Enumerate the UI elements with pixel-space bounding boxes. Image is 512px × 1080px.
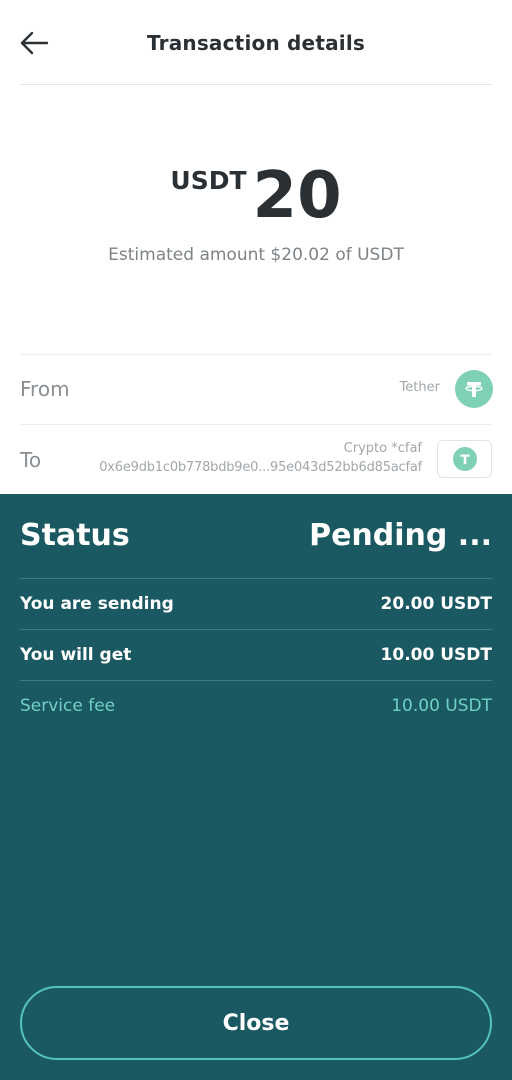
sending-label: You are sending (20, 594, 174, 614)
close-button[interactable]: Close (20, 986, 492, 1060)
divider (20, 629, 492, 630)
status-label: Status (20, 518, 130, 553)
header: Transaction details (0, 0, 512, 86)
to-account-caption: Crypto *cfaf (343, 441, 422, 456)
receive-label: You will get (20, 645, 132, 665)
receive-value: 10.00 USDT (380, 645, 492, 665)
status-panel: Status Pending ... You are sending 20.00… (0, 494, 512, 1080)
divider (20, 424, 492, 425)
amount-display: USDT 20 (0, 159, 512, 240)
divider (20, 578, 492, 579)
amount-currency: USDT (170, 166, 247, 195)
tether-icon (455, 370, 493, 408)
to-label: To (20, 448, 42, 472)
from-asset-name: Tether (399, 380, 440, 395)
divider (20, 84, 492, 85)
from-label: From (20, 377, 70, 401)
status-value: Pending ... (309, 518, 492, 553)
page-title: Transaction details (146, 31, 365, 55)
divider (20, 680, 492, 681)
to-asset-chip (437, 440, 492, 478)
to-wallet-address: 0x6e9db1c0b778bdb9e0...95e043d52bb6d85ac… (99, 460, 422, 475)
amount-value: 20 (252, 159, 342, 233)
divider (20, 354, 492, 355)
estimated-amount: Estimated amount $20.02 of USDT (108, 245, 404, 265)
service-fee-value: 10.00 USDT (391, 696, 492, 716)
tether-icon (452, 447, 477, 471)
sending-value: 20.00 USDT (380, 594, 492, 614)
service-fee-label: Service fee (20, 696, 116, 716)
